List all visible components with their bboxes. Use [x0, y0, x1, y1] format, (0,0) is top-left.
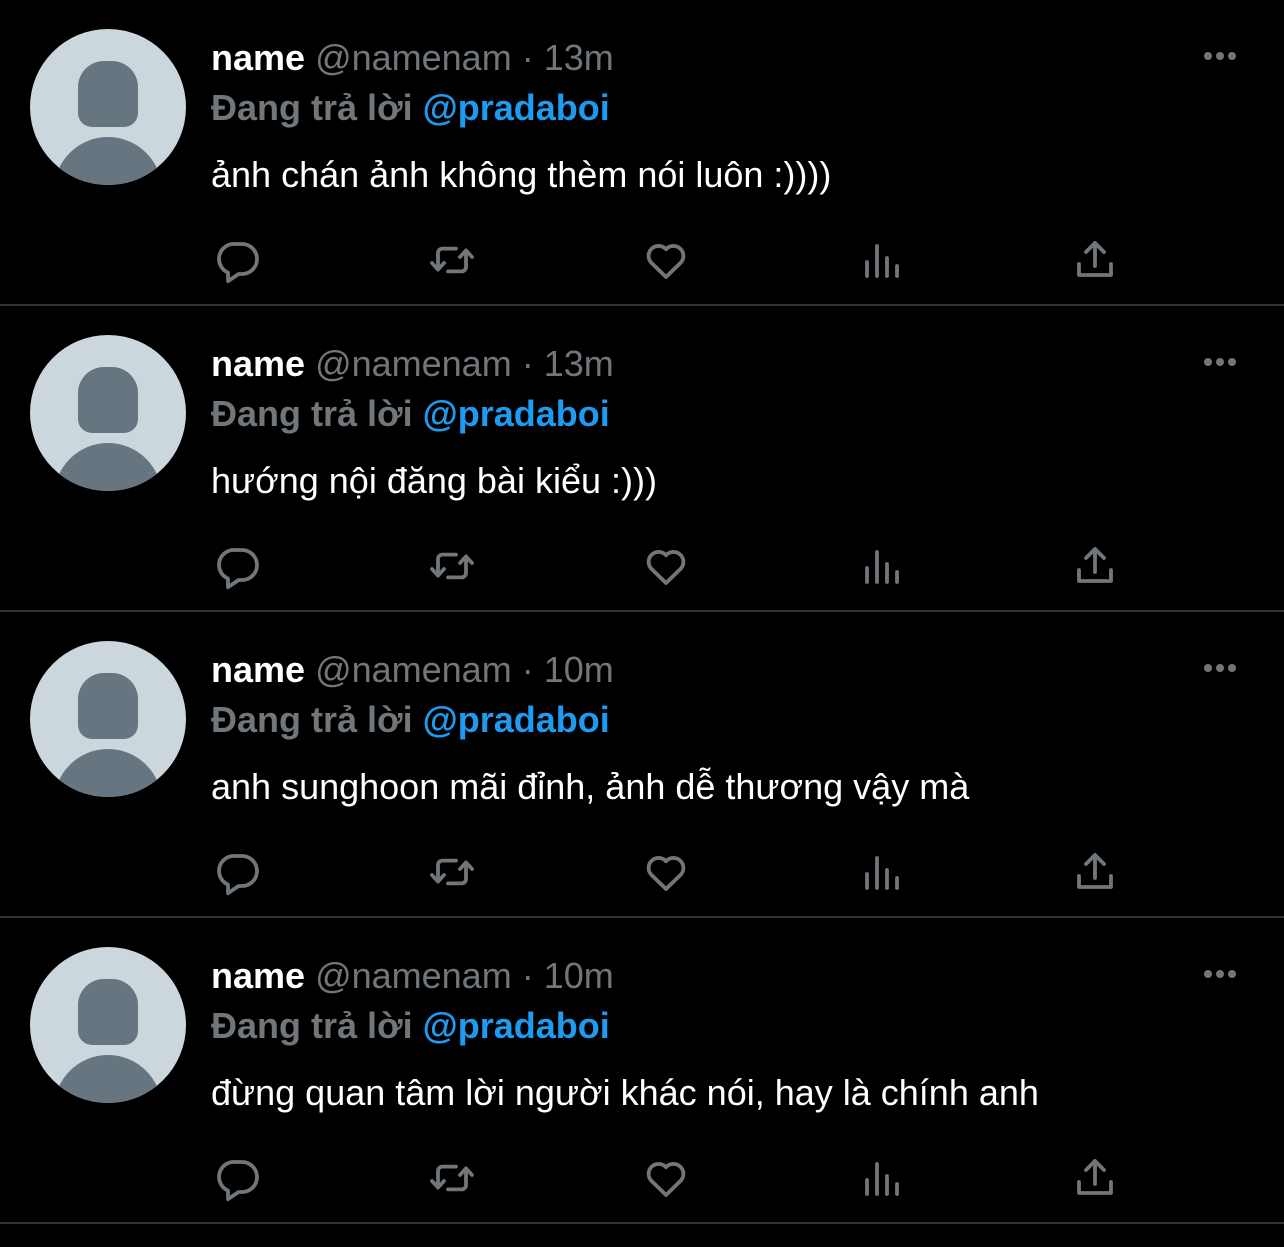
heart-icon[interactable] — [638, 1150, 694, 1206]
replying-to-label: Đang trả lời — [211, 699, 413, 740]
more-dot — [1228, 52, 1236, 60]
more-horizontal-icon[interactable] — [1196, 344, 1244, 380]
meta-separator: · — [521, 37, 534, 78]
more-dot — [1204, 970, 1212, 978]
retweet-icon[interactable] — [424, 232, 480, 288]
tweet-text: anh sunghoon mãi đỉnh, ảnh dễ thương vậy… — [211, 766, 970, 807]
default-avatar-icon[interactable] — [30, 335, 186, 491]
default-avatar-icon[interactable] — [30, 29, 186, 185]
retweet-icon[interactable] — [424, 538, 480, 594]
replying-to-label: Đang trả lời — [211, 393, 413, 434]
avatar-head — [78, 61, 138, 127]
reply-icon[interactable] — [209, 844, 265, 900]
retweet-icon[interactable] — [424, 844, 480, 900]
tweet-header: name @namenam · 10m — [211, 648, 614, 692]
author-name[interactable]: name — [211, 649, 305, 690]
more-dot — [1204, 52, 1212, 60]
more-horizontal-icon[interactable] — [1196, 38, 1244, 74]
meta-separator: · — [521, 343, 534, 384]
tweet-time[interactable]: 10m — [544, 649, 614, 690]
author-name[interactable]: name — [211, 37, 305, 78]
share-icon[interactable] — [1067, 1150, 1123, 1206]
replying-to-handle[interactable]: @pradaboi — [423, 1005, 610, 1046]
more-dot — [1228, 358, 1236, 366]
avatar-head — [78, 673, 138, 739]
more-dot — [1216, 970, 1224, 978]
tweet-text: hướng nội đăng bài kiểu :))) — [211, 460, 657, 501]
tweet-time[interactable]: 13m — [544, 37, 614, 78]
views-icon[interactable] — [853, 1150, 909, 1206]
tweet-header: name @namenam · 13m — [211, 36, 614, 80]
reply-icon[interactable] — [209, 1150, 265, 1206]
default-avatar-icon[interactable] — [30, 641, 186, 797]
heart-icon[interactable] — [638, 844, 694, 900]
more-dot — [1228, 970, 1236, 978]
avatar-shoulders — [54, 749, 162, 797]
replying-to: Đang trả lời @pradaboi — [211, 698, 610, 742]
replying-to-handle[interactable]: @pradaboi — [423, 87, 610, 128]
views-icon[interactable] — [853, 538, 909, 594]
more-dot — [1216, 664, 1224, 672]
meta-separator: · — [521, 955, 534, 996]
tweet-reply[interactable]: name @namenam · 10m Đang trả lời @pradab… — [0, 612, 1284, 918]
replying-to-label: Đang trả lời — [211, 87, 413, 128]
avatar-head — [78, 979, 138, 1045]
heart-icon[interactable] — [638, 538, 694, 594]
author-name[interactable]: name — [211, 955, 305, 996]
tweet-time[interactable]: 13m — [544, 343, 614, 384]
views-icon[interactable] — [853, 844, 909, 900]
replying-to-label: Đang trả lời — [211, 1005, 413, 1046]
meta-separator: · — [521, 649, 534, 690]
author-name[interactable]: name — [211, 343, 305, 384]
reply-icon[interactable] — [209, 538, 265, 594]
reply-icon[interactable] — [209, 232, 265, 288]
author-handle[interactable]: @namenam — [315, 343, 512, 384]
avatar-shoulders — [54, 443, 162, 491]
replying-to-handle[interactable]: @pradaboi — [423, 393, 610, 434]
tweet-header: name @namenam · 13m — [211, 342, 614, 386]
tweet-header: name @namenam · 10m — [211, 954, 614, 998]
more-dot — [1216, 52, 1224, 60]
author-handle[interactable]: @namenam — [315, 649, 512, 690]
tweet-time[interactable]: 10m — [544, 955, 614, 996]
replying-to: Đang trả lời @pradaboi — [211, 86, 610, 130]
reply-feed: name @namenam · 13m Đang trả lời @pradab… — [0, 0, 1284, 1247]
views-icon[interactable] — [853, 232, 909, 288]
share-icon[interactable] — [1067, 232, 1123, 288]
avatar-head — [78, 367, 138, 433]
tweet-reply[interactable]: name @namenam · 13m Đang trả lời @pradab… — [0, 0, 1284, 306]
more-horizontal-icon[interactable] — [1196, 650, 1244, 686]
replying-to: Đang trả lời @pradaboi — [211, 1004, 610, 1048]
default-avatar-icon[interactable] — [30, 947, 186, 1103]
more-dot — [1228, 664, 1236, 672]
more-horizontal-icon[interactable] — [1196, 956, 1244, 992]
avatar-shoulders — [54, 137, 162, 185]
author-handle[interactable]: @namenam — [315, 37, 512, 78]
replying-to-handle[interactable]: @pradaboi — [423, 699, 610, 740]
heart-icon[interactable] — [638, 232, 694, 288]
replying-to: Đang trả lời @pradaboi — [211, 392, 610, 436]
tweet-text: đừng quan tâm lời người khác nói, hay là… — [211, 1072, 1039, 1113]
avatar-shoulders — [54, 1055, 162, 1103]
tweet-reply[interactable]: name @namenam · 13m Đang trả lời @pradab… — [0, 306, 1284, 612]
retweet-icon[interactable] — [424, 1150, 480, 1206]
tweet-reply[interactable]: name @namenam · 10m Đang trả lời @pradab… — [0, 918, 1284, 1224]
author-handle[interactable]: @namenam — [315, 955, 512, 996]
share-icon[interactable] — [1067, 538, 1123, 594]
share-icon[interactable] — [1067, 844, 1123, 900]
tweet-text: ảnh chán ảnh không thèm nói luôn :)))) — [211, 154, 832, 195]
more-dot — [1204, 664, 1212, 672]
more-dot — [1216, 358, 1224, 366]
more-dot — [1204, 358, 1212, 366]
